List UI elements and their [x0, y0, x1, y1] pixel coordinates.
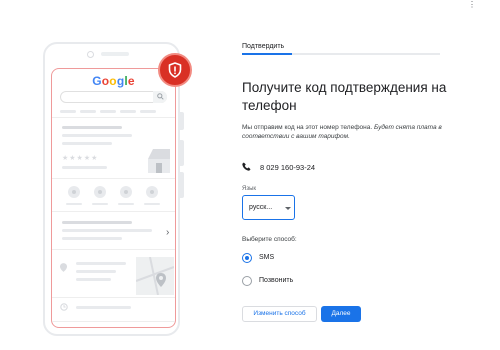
phone-earpiece [101, 52, 129, 56]
placeholder-line [62, 134, 132, 137]
phone-camera [87, 51, 94, 58]
divider [52, 249, 175, 250]
mock-search-box [60, 91, 167, 103]
language-value: русск... [249, 204, 273, 211]
logo-letter: o [101, 74, 110, 88]
phone-side-button [180, 172, 184, 198]
store-icon [148, 149, 170, 173]
map-thumbnail [135, 256, 175, 296]
phone-screen: Google ★★★★★ › [51, 68, 176, 328]
rating-stars: ★★★★★ [62, 155, 99, 162]
logo-letter: e [127, 74, 135, 88]
dots-menu-icon[interactable]: ⋮ [468, 1, 477, 9]
radio-sms[interactable] [242, 253, 252, 263]
clock-icon [60, 303, 68, 313]
radio-call[interactable] [242, 276, 252, 286]
placeholder-line [140, 110, 156, 113]
placeholder-line [62, 229, 152, 232]
phone-illustration: Google ★★★★★ › [43, 42, 184, 336]
divider [52, 178, 175, 179]
placeholder-line [120, 110, 136, 113]
phone-side-button [180, 112, 184, 130]
step-tab-verify: Подтвердить [242, 43, 285, 50]
placeholder-line [62, 237, 122, 240]
placeholder-line [118, 203, 134, 205]
phone-side-button [180, 140, 184, 166]
placeholder-line [60, 110, 76, 113]
placeholder-line [76, 278, 111, 281]
divider [52, 117, 175, 118]
divider [52, 211, 175, 212]
logo-letter: o [109, 74, 117, 88]
page-title: Получите код подтверждения на телефон [242, 80, 447, 113]
phone-row-icon [60, 326, 68, 327]
radio-call-label[interactable]: Позвонить [259, 277, 293, 284]
language-select[interactable]: русск... [242, 195, 295, 220]
location-pin-icon [60, 263, 67, 274]
save-icon [120, 186, 132, 198]
placeholder-line [62, 221, 132, 224]
step-progress-active [242, 53, 292, 55]
logo-letter: G [92, 74, 102, 88]
phone-number-row: 8 029 160-93-24 [242, 161, 315, 173]
radio-sms-label[interactable]: SMS [259, 254, 274, 261]
placeholder-line [62, 142, 112, 145]
shield-alert-icon [158, 53, 192, 87]
chevron-right-icon: › [166, 227, 170, 238]
placeholder-line [76, 262, 126, 265]
placeholder-line [66, 203, 82, 205]
language-label: Язык [242, 186, 257, 192]
placeholder-line [62, 166, 107, 169]
placeholder-line [62, 126, 122, 129]
phone-icon [242, 158, 251, 176]
directions-icon [94, 186, 106, 198]
phone-number: 8 029 160-93-24 [260, 162, 316, 172]
placeholder-line [76, 306, 131, 309]
next-button[interactable]: Далее [321, 306, 361, 322]
placeholder-line [100, 110, 116, 113]
placeholder-line [92, 203, 108, 205]
description-plain: Мы отправим код на этот номер телефона. [242, 124, 374, 131]
method-label: Выберите способ: [242, 236, 297, 243]
placeholder-line [144, 203, 160, 205]
divider [52, 321, 175, 322]
placeholder-line [76, 270, 116, 273]
divider [52, 297, 175, 298]
dropdown-arrow-icon [285, 207, 291, 210]
search-icon [153, 91, 167, 103]
description-text: Мы отправим код на этот номер телефона. … [242, 123, 442, 141]
share-icon [146, 186, 158, 198]
logo-letter: g [116, 74, 125, 88]
google-logo: Google [52, 74, 175, 88]
change-method-button[interactable]: Изменить способ [242, 306, 317, 322]
call-icon [68, 186, 80, 198]
placeholder-line [80, 110, 96, 113]
